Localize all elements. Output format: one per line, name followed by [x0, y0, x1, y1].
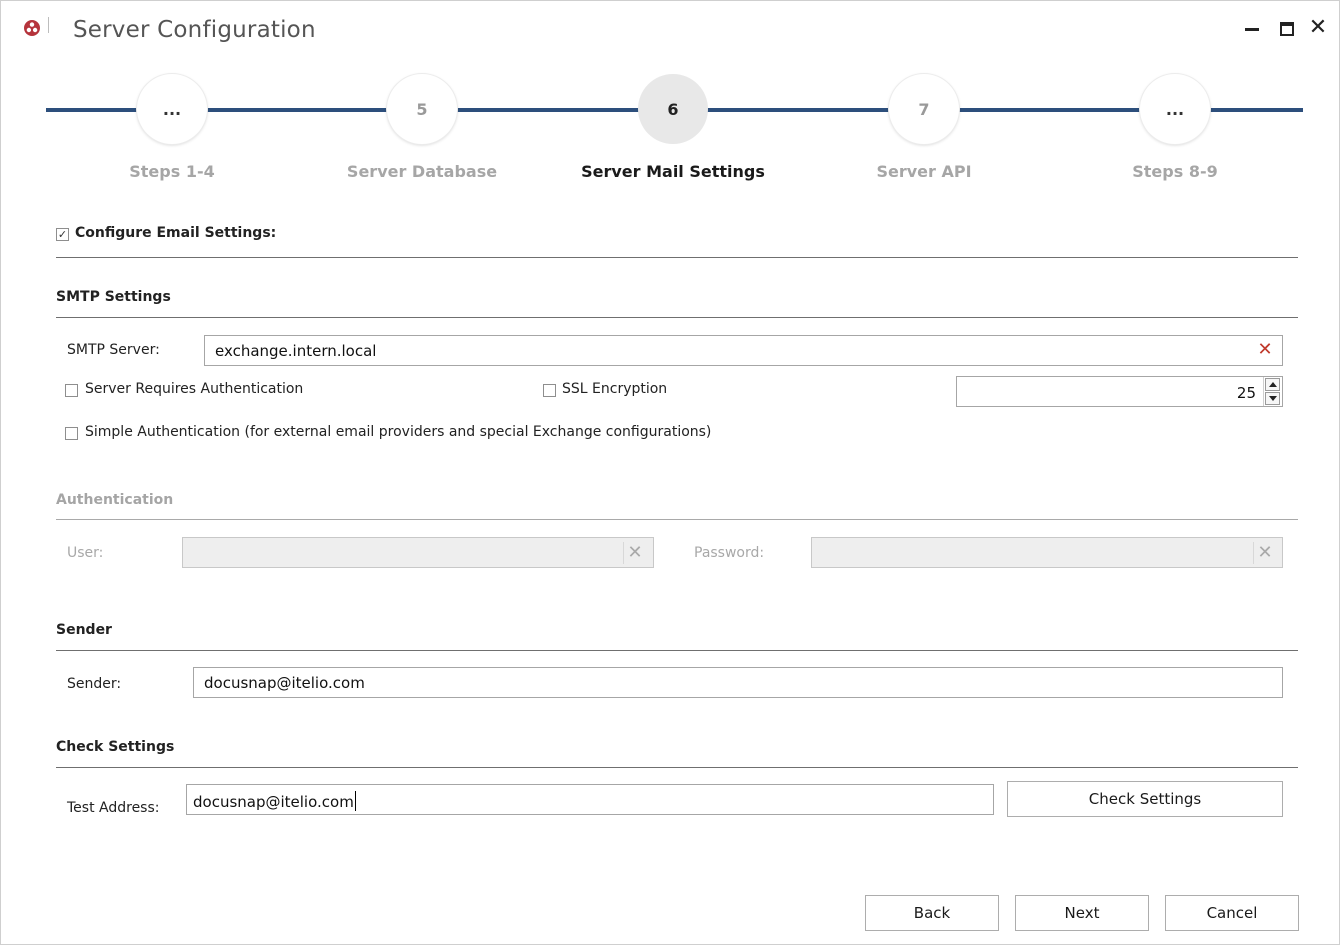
test-address-label: Test Address: — [67, 800, 160, 816]
spin-up-icon[interactable] — [1265, 378, 1280, 391]
simple-auth-checkbox[interactable] — [65, 427, 78, 440]
port-spin-buttons[interactable] — [1263, 377, 1282, 406]
app-logo-icon — [24, 20, 40, 36]
test-address-value: docusnap@itelio.com — [193, 793, 354, 811]
user-label: User: — [67, 545, 104, 561]
step-label-steps-1-4: Steps 1-4 — [129, 162, 215, 181]
sender-section-title: Sender — [56, 622, 112, 638]
check-settings-section-title: Check Settings — [56, 739, 175, 755]
user-input[interactable] — [182, 537, 654, 568]
step-label-server-api: Server API — [876, 162, 972, 181]
cancel-button[interactable]: Cancel — [1165, 895, 1299, 931]
step-circle-7: 7 — [889, 74, 959, 144]
password-label: Password: — [694, 545, 765, 561]
step-label-server-mail-settings: Server Mail Settings — [581, 162, 765, 181]
back-button[interactable]: Back — [865, 895, 999, 931]
title-separator — [48, 17, 49, 33]
divider — [56, 650, 1298, 651]
step-circle-1: ... — [137, 74, 207, 144]
divider — [56, 519, 1298, 520]
sender-label: Sender: — [67, 676, 122, 692]
smtp-section-title: SMTP Settings — [56, 289, 171, 305]
ssl-encryption-checkbox[interactable] — [543, 384, 556, 397]
requires-auth-checkbox[interactable] — [65, 384, 78, 397]
smtp-port-value: 25 — [1236, 384, 1256, 402]
next-button[interactable]: Next — [1015, 895, 1149, 931]
step-circle-8-9: ... — [1140, 74, 1210, 144]
check-settings-button[interactable]: Check Settings — [1007, 781, 1283, 817]
simple-auth-label: Simple Authentication (for external emai… — [85, 424, 712, 440]
configure-email-checkbox[interactable]: ✓ — [56, 228, 69, 241]
spin-down-icon[interactable] — [1265, 392, 1280, 405]
maximize-icon[interactable] — [1275, 17, 1297, 39]
step-label-server-database: Server Database — [346, 162, 498, 181]
step-circle-6-active: 6 — [638, 74, 708, 144]
authentication-section-title: Authentication — [56, 492, 174, 508]
text-caret — [354, 791, 356, 811]
ssl-encryption-label: SSL Encryption — [562, 381, 668, 397]
sender-input[interactable]: docusnap@itelio.com — [193, 667, 1283, 698]
divider — [56, 257, 1298, 258]
clear-icon[interactable]: ✕ — [1254, 339, 1276, 361]
smtp-port-stepper[interactable]: 25 — [956, 376, 1283, 407]
close-icon[interactable]: ✕ — [1307, 17, 1329, 39]
step-label-steps-8-9: Steps 8-9 — [1132, 162, 1218, 181]
smtp-server-input[interactable]: exchange.intern.local — [204, 335, 1283, 366]
minimize-icon[interactable] — [1241, 17, 1263, 39]
divider — [56, 317, 1298, 318]
step-circle-5: 5 — [387, 74, 457, 144]
divider — [56, 767, 1298, 768]
password-input[interactable] — [811, 537, 1283, 568]
window-title: Server Configuration — [73, 17, 316, 43]
test-address-input[interactable]: docusnap@itelio.com — [186, 784, 994, 815]
requires-auth-label: Server Requires Authentication — [85, 381, 304, 397]
server-configuration-window: Server Configuration ✕ ... 5 6 7 ... Ste… — [0, 0, 1340, 945]
smtp-server-label: SMTP Server: — [67, 342, 160, 358]
configure-email-label: Configure Email Settings: — [75, 225, 277, 241]
clear-icon: ✕ — [1253, 542, 1276, 564]
clear-icon: ✕ — [623, 542, 646, 564]
